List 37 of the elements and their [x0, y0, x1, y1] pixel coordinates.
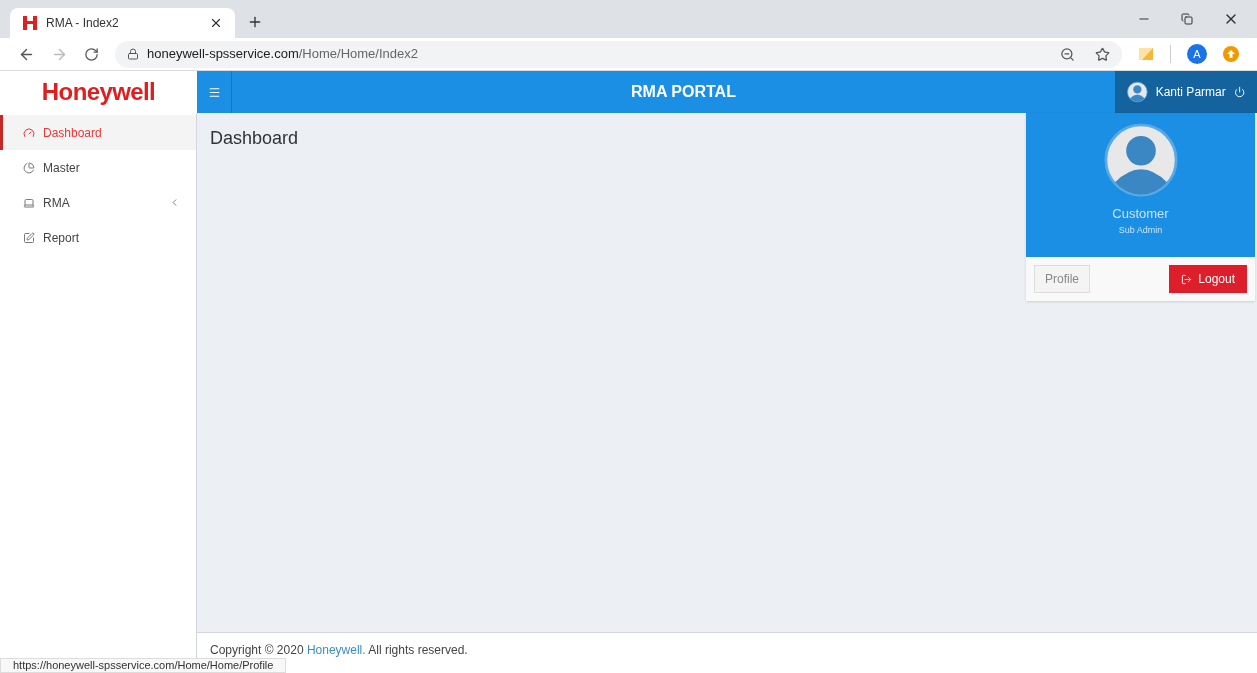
- menu-icon: [207, 85, 221, 99]
- logout-icon: [1181, 273, 1193, 285]
- new-tab-icon[interactable]: [247, 14, 263, 30]
- zoom-out-icon[interactable]: [1060, 46, 1075, 62]
- sidebar-item[interactable]: Dashboard: [0, 115, 196, 150]
- sidebar-item[interactable]: RMA: [0, 185, 196, 220]
- sidebar-item[interactable]: Master: [0, 150, 196, 185]
- address-bar[interactable]: honeywell-spsservice.com/Home/Home/Index2: [115, 40, 1122, 68]
- avatar-icon: [1127, 81, 1148, 103]
- menu-item-icon: [23, 126, 35, 139]
- logo[interactable]: Honeywell: [41, 74, 156, 110]
- reload-icon[interactable]: [84, 46, 99, 62]
- user-name: Customer: [1112, 205, 1169, 223]
- copyright-text: Copyright © 2020 Honeywell. All rights reserved.: [210, 643, 468, 657]
- menu-item-icon: [23, 161, 35, 174]
- menu-item-icon: [23, 231, 35, 244]
- user-menu[interactable]: Kanti Parmar: [1115, 71, 1257, 113]
- status-url: https://honeywell-spsservice.com/Home/Home/Profile: [0, 658, 287, 673]
- menu-item-icon: [23, 196, 35, 209]
- lock-icon: [127, 48, 139, 60]
- tab-title: RMA - Index2: [46, 15, 120, 32]
- portal-title: RMA PORTAL: [630, 82, 737, 102]
- browser-tab[interactable]: RMA - Index2: [10, 8, 235, 38]
- logout-button[interactable]: Logout: [1169, 265, 1247, 293]
- favicon-icon: [22, 15, 38, 31]
- profile-avatar[interactable]: A: [1187, 44, 1207, 64]
- avatar-icon: [1103, 123, 1178, 197]
- url-text: honeywell-spsservice.com/Home/Home/Index2: [147, 45, 419, 64]
- star-icon[interactable]: [1095, 46, 1110, 62]
- close-icon[interactable]: [209, 16, 223, 30]
- page-heading: Dashboard: [210, 127, 300, 150]
- restore-icon[interactable]: [1181, 13, 1193, 25]
- profile-button[interactable]: Profile: [1034, 265, 1090, 293]
- user-role: Sub Admin: [1118, 223, 1163, 237]
- power-icon: [1233, 86, 1245, 98]
- sidebar-item[interactable]: Report: [0, 220, 196, 255]
- honeywell-link[interactable]: Honeywell.: [306, 643, 366, 657]
